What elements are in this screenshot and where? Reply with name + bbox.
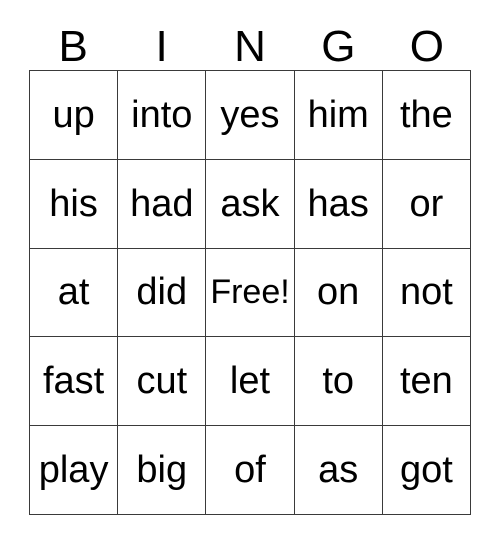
bingo-cell-r1c4[interactable]: him (294, 71, 383, 160)
bingo-cell-label: into (131, 93, 193, 136)
bingo-cell-label: him (307, 93, 369, 136)
bingo-header-row: B I N G O (29, 16, 471, 70)
bingo-cell-r1c5[interactable]: the (382, 71, 471, 160)
bingo-cell-label: got (399, 449, 453, 492)
bingo-cell-r5c2[interactable]: big (118, 426, 207, 515)
bingo-cell-label: ask (220, 182, 280, 225)
bingo-cell-r3c1[interactable]: at (30, 248, 119, 338)
bingo-header-letter-n: N (234, 22, 266, 71)
bingo-cell-label: had (130, 182, 194, 225)
bingo-cell-label: as (318, 449, 359, 492)
bingo-header-letter-o: O (409, 22, 444, 71)
bingo-cell-r2c5[interactable]: or (382, 159, 471, 249)
bingo-cell-r4c5[interactable]: ten (382, 337, 471, 427)
bingo-header-letter-g: G (321, 22, 356, 71)
bingo-cell-r4c3[interactable]: let (206, 337, 295, 427)
bingo-cell-label: has (307, 182, 369, 225)
bingo-cell-r4c4[interactable]: to (294, 337, 383, 427)
bingo-cell-r4c2[interactable]: cut (118, 337, 207, 427)
bingo-header-letter-i: I (155, 22, 168, 71)
bingo-cell-r5c1[interactable]: play (30, 426, 119, 515)
bingo-cell-label: did (136, 271, 188, 314)
bingo-cell-label: play (38, 449, 109, 492)
bingo-cell-label: of (234, 449, 266, 492)
bingo-cell-label: to (322, 360, 355, 403)
bingo-cell-r1c1[interactable]: up (30, 71, 119, 160)
bingo-cell-label: let (229, 360, 271, 403)
bingo-card: B I N G O up into yes him the his had as… (0, 0, 500, 544)
bingo-cell-r3c5[interactable]: not (382, 248, 471, 338)
bingo-grid: up into yes him the his had ask has or a… (29, 70, 471, 515)
bingo-cell-label: ten (399, 360, 453, 403)
bingo-free-space-label: Free! (210, 273, 290, 312)
bingo-cell-r2c3[interactable]: ask (206, 159, 295, 249)
bingo-cell-r5c4[interactable]: as (294, 426, 383, 515)
bingo-cell-label: cut (136, 360, 188, 403)
bingo-cell-r3c2[interactable]: did (118, 248, 207, 338)
bingo-cell-r1c3[interactable]: yes (206, 71, 295, 160)
bingo-cell-label: not (399, 271, 453, 314)
bingo-cell-label: the (399, 93, 453, 136)
bingo-cell-label: or (409, 182, 444, 225)
bingo-cell-r2c2[interactable]: had (118, 159, 207, 249)
bingo-cell-label: yes (220, 93, 280, 136)
bingo-cell-r1c2[interactable]: into (118, 71, 207, 160)
bingo-header-letter-b: B (58, 22, 88, 71)
bingo-cell-r3c4[interactable]: on (294, 248, 383, 338)
bingo-cell-label: at (57, 271, 90, 314)
bingo-cell-r4c1[interactable]: fast (30, 337, 119, 427)
bingo-cell-label: his (49, 182, 98, 225)
bingo-cell-r2c1[interactable]: his (30, 159, 119, 249)
bingo-cell-label: fast (42, 360, 105, 403)
bingo-cell-label: big (136, 449, 188, 492)
bingo-cell-label: on (317, 271, 360, 314)
bingo-cell-free-space[interactable]: Free! (206, 248, 295, 338)
bingo-cell-label: up (52, 93, 95, 136)
bingo-cell-r2c4[interactable]: has (294, 159, 383, 249)
bingo-cell-r5c5[interactable]: got (382, 426, 471, 515)
bingo-cell-r5c3[interactable]: of (206, 426, 295, 515)
